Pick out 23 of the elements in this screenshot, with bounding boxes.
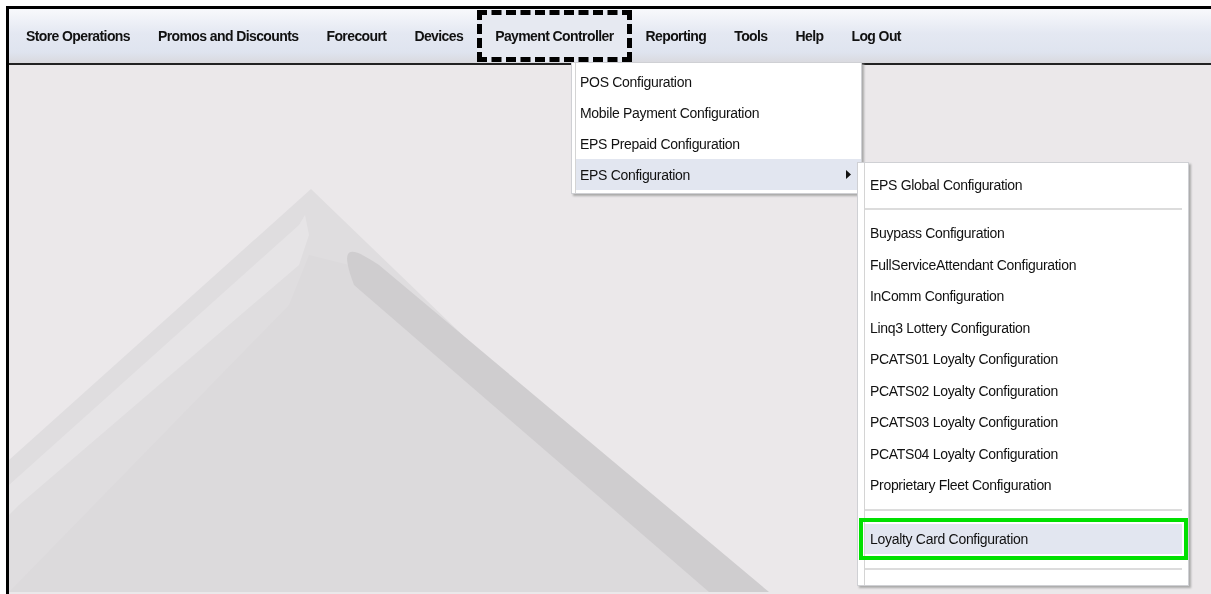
menu-item[interactable]: PCATS01 Loyalty Configuration xyxy=(865,343,1184,375)
menu-item[interactable]: EPS Configuration xyxy=(576,159,861,190)
menu-item[interactable]: Payment Controller xyxy=(477,10,632,62)
menu-item[interactable]: Buypass Configuration xyxy=(865,217,1184,249)
menu-item[interactable]: EPS Prepaid Configuration xyxy=(576,128,861,159)
menu-item[interactable]: Devices xyxy=(400,10,478,62)
menu-item[interactable]: Log Out xyxy=(837,10,915,62)
menu-item[interactable]: EPS Global Configuration xyxy=(865,169,1184,201)
menu-item[interactable]: Mobile Payment Configuration xyxy=(576,97,861,128)
menu-item[interactable]: Store Operations xyxy=(12,10,144,62)
menu-item[interactable]: Promos and Discounts xyxy=(144,10,313,62)
menu-item[interactable]: Tools xyxy=(720,10,782,62)
menu-item[interactable]: PCATS03 Loyalty Configuration xyxy=(865,406,1184,438)
menu-item[interactable]: Help xyxy=(781,10,838,62)
menu-item[interactable]: POS Configuration xyxy=(576,66,861,97)
menu-item[interactable]: Reporting xyxy=(631,10,721,62)
menu-item[interactable]: FullServiceAttendant Configuration xyxy=(865,249,1184,281)
menu-item[interactable]: Linq3 Lottery Configuration xyxy=(865,312,1184,344)
menu-item[interactable]: PCATS02 Loyalty Configuration xyxy=(865,375,1184,407)
menu-item[interactable]: Forecourt xyxy=(312,10,401,62)
menu-item[interactable]: PCATS04 Loyalty Configuration xyxy=(865,438,1184,470)
menu-item[interactable]: Proprietary Fleet Configuration xyxy=(865,469,1184,501)
menu-item[interactable]: InComm Configuration xyxy=(865,280,1184,312)
